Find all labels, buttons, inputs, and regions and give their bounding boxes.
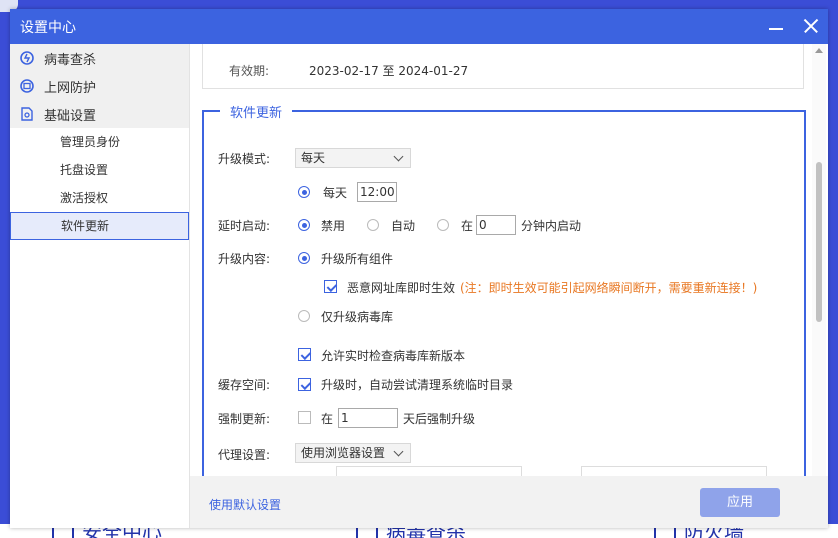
settings-window: 设置中心 病毒查杀 上网防护 基础设置 管理员身份 托盘设置 激活授权 软件更新 — [10, 9, 828, 528]
minimize-button[interactable] — [766, 16, 786, 36]
upgrade-content-label: 升级内容: — [218, 252, 271, 266]
upgrade-mode-label: 升级模式: — [218, 152, 271, 166]
proxy-select[interactable]: 使用浏览器设置 — [295, 443, 411, 463]
cache-space-label: 缓存空间: — [218, 378, 271, 392]
software-update-group: 软件更新 升级模式: 每天 每天 延时启动: 禁用 自动 在 分钟内启动 升级内… — [202, 102, 806, 476]
daily-time-input[interactable] — [357, 182, 397, 202]
malicious-url-warning: (注：即时生效可能引起网络瞬间断开，需要重新连接！) — [460, 281, 758, 295]
delay-minutes-input[interactable] — [476, 215, 516, 235]
chevron-down-icon — [393, 151, 404, 162]
sidebar: 病毒查杀 上网防护 基础设置 管理员身份 托盘设置 激活授权 软件更新 — [10, 44, 190, 528]
delay-disable-radio[interactable] — [298, 219, 310, 231]
sidebar-item-basic-settings[interactable]: 基础设置 — [10, 100, 189, 128]
daily-radio[interactable] — [298, 186, 310, 198]
license-value: 2023-02-17 至 2024-01-27 — [309, 64, 469, 78]
settings-content: 有效期: 2023-02-17 至 2024-01-27 软件更新 升级模式: … — [190, 44, 828, 476]
virus-only-radio[interactable] — [298, 310, 310, 322]
titlebar: 设置中心 — [10, 9, 828, 44]
realtime-check-label: 允许实时检查病毒库新版本 — [321, 349, 466, 363]
delay-disable-label: 禁用 — [321, 219, 346, 233]
virus-only-label: 仅升级病毒库 — [321, 310, 394, 324]
upgrade-all-radio[interactable] — [298, 252, 310, 264]
sidebar-subitem-activation[interactable]: 激活授权 — [10, 184, 189, 212]
scroll-up-icon[interactable] — [815, 48, 823, 53]
sidebar-subitem-admin[interactable]: 管理员身份 — [10, 128, 189, 156]
malicious-url-label: 恶意网址库即时生效 — [347, 281, 456, 295]
daily-label: 每天 — [323, 186, 348, 200]
upgrade-all-label: 升级所有组件 — [321, 252, 394, 266]
window-title: 设置中心 — [20, 20, 76, 36]
delay-auto-radio[interactable] — [367, 219, 379, 231]
license-label: 有效期: — [229, 64, 270, 78]
license-box: 有效期: 2023-02-17 至 2024-01-27 — [202, 44, 804, 89]
delay-auto-label: 自动 — [391, 219, 416, 233]
delay-at-radio[interactable] — [437, 219, 449, 231]
delay-at-label: 在 — [461, 219, 474, 233]
apply-button[interactable]: 应用 — [700, 488, 780, 517]
proxy-settings-label: 代理设置: — [218, 448, 271, 462]
cache-clean-checkbox[interactable] — [298, 378, 311, 391]
realtime-check-checkbox[interactable] — [298, 348, 311, 361]
scroll-thumb[interactable] — [816, 162, 822, 322]
force-at-label: 在 — [321, 412, 334, 426]
virus-scan-icon — [20, 51, 34, 65]
group-title: 软件更新 — [220, 102, 293, 121]
sidebar-subitem-tray[interactable]: 托盘设置 — [10, 156, 189, 184]
upgrade-mode-select[interactable]: 每天 — [295, 148, 411, 168]
force-days-input[interactable] — [338, 408, 398, 428]
sidebar-item-virus-scan[interactable]: 病毒查杀 — [10, 44, 189, 72]
use-default-settings-link[interactable]: 使用默认设置 — [209, 496, 281, 513]
web-protection-icon — [20, 79, 34, 93]
delay-start-label: 延时启动: — [218, 219, 271, 233]
force-suffix-label: 天后强制升级 — [403, 412, 476, 426]
sidebar-item-label: 病毒查杀 — [44, 52, 97, 68]
delay-suffix-label: 分钟内启动 — [521, 219, 582, 233]
sidebar-item-web-protection[interactable]: 上网防护 — [10, 72, 189, 100]
force-update-checkbox[interactable] — [298, 411, 311, 424]
proxy-field — [336, 466, 522, 476]
force-update-label: 强制更新: — [218, 412, 271, 426]
malicious-url-checkbox[interactable] — [324, 280, 337, 293]
sidebar-item-label: 上网防护 — [44, 80, 97, 96]
content-scrollbar[interactable] — [812, 44, 826, 476]
proxy-field — [581, 466, 767, 476]
chevron-down-icon — [393, 446, 404, 457]
sidebar-item-label: 基础设置 — [44, 108, 97, 124]
sidebar-subitem-software-update[interactable]: 软件更新 — [10, 212, 189, 240]
settings-document-icon — [20, 107, 34, 121]
footer-bar: 使用默认设置 应用 — [190, 476, 828, 528]
cache-clean-label: 升级时，自动尝试清理系统临时目录 — [321, 378, 514, 392]
close-button[interactable] — [801, 16, 821, 36]
